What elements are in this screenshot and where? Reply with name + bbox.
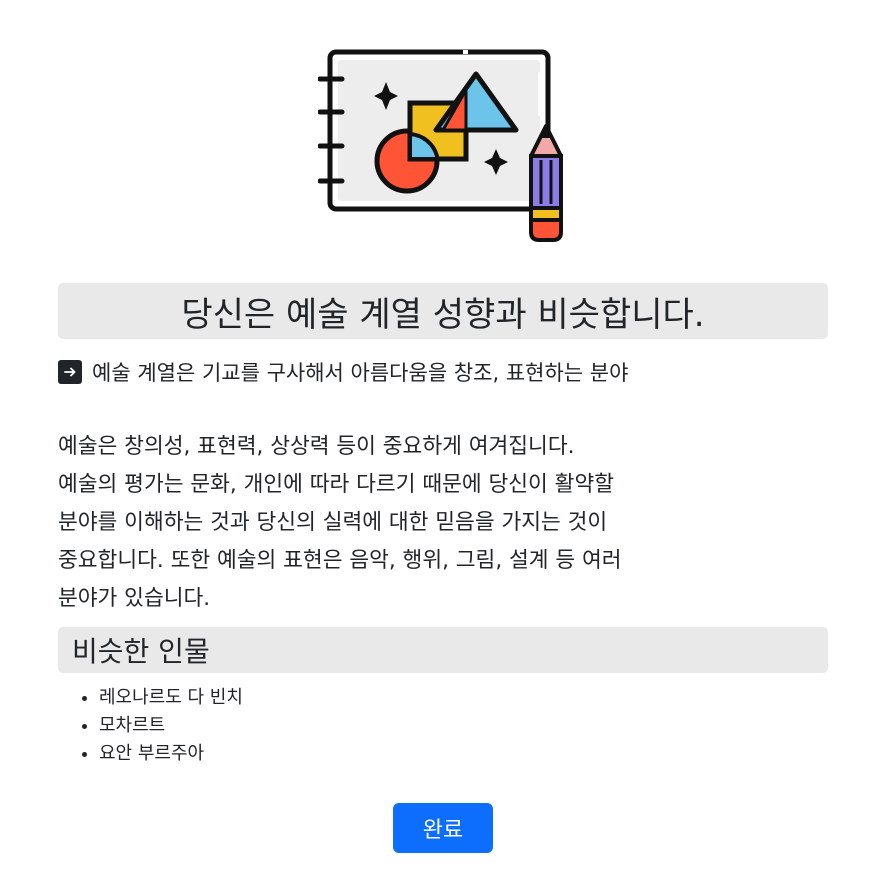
similar-people-heading: 비슷한 인물 (58, 627, 828, 673)
art-illustration (317, 44, 570, 244)
description-line: 예술의 평가는 문화, 개인에 따라 다르기 때문에 당신이 활약할 (58, 472, 615, 497)
definition-text: 예술 계열은 기교를 구사해서 아름다움을 창조, 표현하는 분야 (92, 361, 629, 385)
list-item: 요안 부르주아 (99, 740, 243, 768)
description: 예술은 창의성, 표현력, 상상력 등이 중요하게 여겨집니다. 예술의 평가는… (58, 428, 778, 618)
list-item: 레오나르도 다 빈치 (99, 684, 243, 712)
result-title: 당신은 예술 계열 성향과 비슷합니다. (58, 283, 828, 339)
list-item: 모차르트 (99, 712, 243, 740)
arrow-right-square-icon (58, 360, 82, 384)
description-line: 중요합니다. 또한 예술의 표현은 음악, 행위, 그림, 설계 등 여러 (58, 548, 622, 573)
description-line: 예술은 창의성, 표현력, 상상력 등이 중요하게 여겨집니다. (58, 434, 575, 459)
description-line: 분야를 이해하는 것과 당신의 실력에 대한 믿음을 가지는 것이 (58, 510, 608, 535)
description-line: 분야가 있습니다. (58, 586, 211, 611)
similar-people-list: 레오나르도 다 빈치 모차르트 요안 부르주아 (58, 684, 243, 768)
definition-line: 예술 계열은 기교를 구사해서 아름다움을 창조, 표현하는 분야 (58, 357, 628, 387)
done-button[interactable]: 완료 (393, 803, 493, 853)
